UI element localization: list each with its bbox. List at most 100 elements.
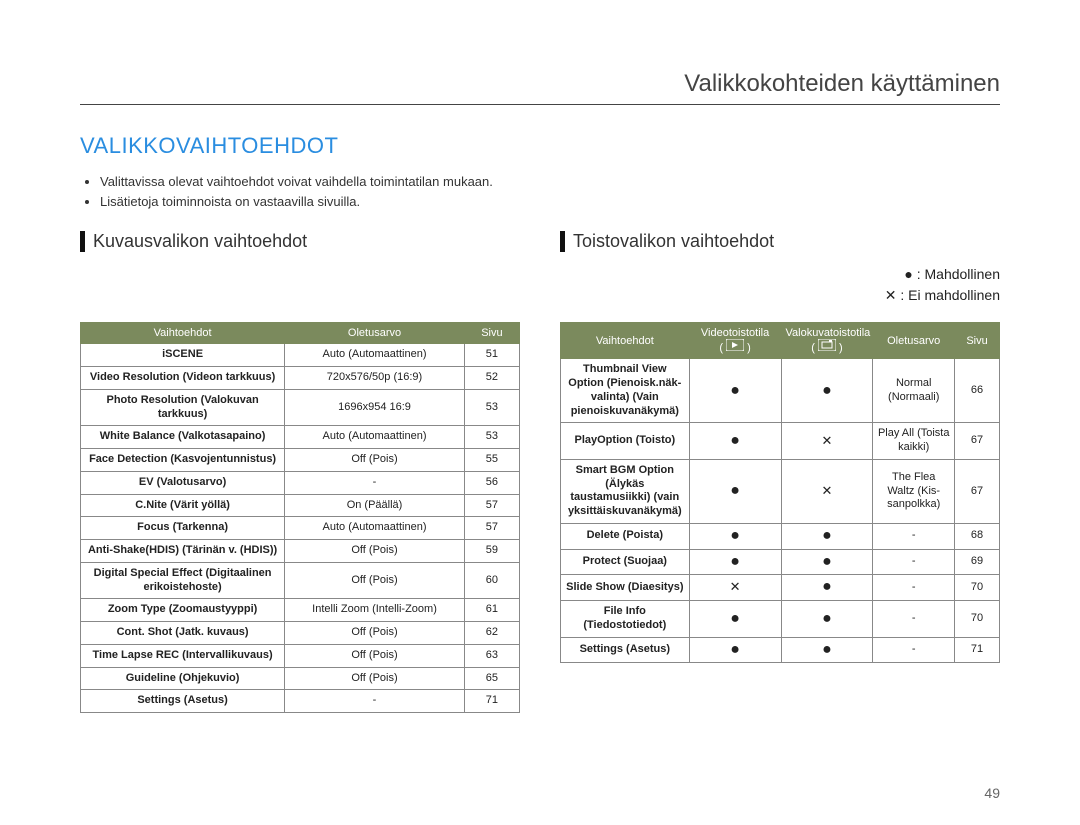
- cell-page: 67: [955, 459, 1000, 523]
- cell-page: 71: [955, 637, 1000, 663]
- cell-page: 57: [464, 517, 519, 540]
- cell-option: Settings (Asetus): [561, 637, 690, 663]
- cross-icon: ✕: [730, 579, 741, 594]
- cross-icon: ✕: [821, 483, 832, 498]
- cell-page: 65: [464, 667, 519, 690]
- legend-impossible: ✕ : Ei mahdollinen: [560, 285, 1000, 306]
- dot-icon: ●: [730, 432, 740, 449]
- dot-icon: ●: [822, 527, 832, 544]
- dot-icon: ●: [730, 610, 740, 627]
- page-number: 49: [984, 785, 1000, 801]
- spacer: [80, 264, 520, 312]
- table-row: Thumbnail View Option (Pienoisk.näk-vali…: [561, 359, 1000, 423]
- cell-default: -: [873, 549, 955, 575]
- cell-page: 59: [464, 540, 519, 563]
- th-page: Sivu: [955, 323, 1000, 359]
- cell-default: Off (Pois): [285, 644, 465, 667]
- cell-page: 51: [464, 344, 519, 367]
- dot-icon: ●: [730, 641, 740, 658]
- table-row: Zoom Type (Zoomaustyyppi)Intelli Zoom (I…: [81, 599, 520, 622]
- cell-default: Off (Pois): [285, 667, 465, 690]
- cell-page: 61: [464, 599, 519, 622]
- th-default: Oletusarvo: [873, 323, 955, 359]
- cell-page: 63: [464, 644, 519, 667]
- dot-icon: ●: [822, 641, 832, 658]
- table-row: Video Resolution (Videon tarkkuus)720x57…: [81, 367, 520, 390]
- cell-default: -: [873, 575, 955, 601]
- cell-page: 70: [955, 575, 1000, 601]
- table-row: EV (Valotusarvo)-56: [81, 471, 520, 494]
- cell-option: PlayOption (Toisto): [561, 423, 690, 460]
- cell-page: 56: [464, 471, 519, 494]
- cell-video: ●: [689, 549, 781, 575]
- cell-option: Guideline (Ohjekuvio): [81, 667, 285, 690]
- cell-option: Video Resolution (Videon tarkkuus): [81, 367, 285, 390]
- page-root: Valikkokohteiden käyttäminen VALIKKOVAIH…: [0, 0, 1080, 713]
- cell-option: White Balance (Valkotasapaino): [81, 426, 285, 449]
- cell-option: Settings (Asetus): [81, 690, 285, 713]
- left-column-header: Kuvausvalikon vaihtoehdot: [80, 231, 520, 252]
- cell-photo: ●: [781, 601, 873, 638]
- cell-photo: ●: [781, 523, 873, 549]
- cell-video: ●: [689, 423, 781, 460]
- th-photo-mode: Valokuvatoistotila ( ): [781, 323, 873, 359]
- cell-video: ●: [689, 359, 781, 423]
- table-row: White Balance (Valkotasapaino)Auto (Auto…: [81, 426, 520, 449]
- table-row: Cont. Shot (Jatk. kuvaus)Off (Pois)62: [81, 622, 520, 645]
- cell-option: File Info (Tiedostotiedot): [561, 601, 690, 638]
- cell-page: 62: [464, 622, 519, 645]
- cell-option: Time Lapse REC (Intervallikuvaus): [81, 644, 285, 667]
- cell-default: Play All (Toista kaikki): [873, 423, 955, 460]
- dot-icon: ●: [730, 553, 740, 570]
- table-row: C.Nite (Värit yöllä)On (Päällä)57: [81, 494, 520, 517]
- dot-icon: ●: [730, 527, 740, 544]
- cell-page: 57: [464, 494, 519, 517]
- cell-option: Face Detection (Kasvojentunnistus): [81, 449, 285, 472]
- cell-option: Thumbnail View Option (Pienoisk.näk-vali…: [561, 359, 690, 423]
- cell-default: -: [285, 690, 465, 713]
- table-row: PlayOption (Toisto) ● ✕ Play All (Toista ka…: [561, 423, 1000, 460]
- rule-top: [80, 104, 1000, 105]
- left-column: Kuvausvalikon vaihtoehdot Vaihtoehdot Ol…: [80, 231, 520, 713]
- dot-icon: ●: [822, 553, 832, 570]
- table-row: Settings (Asetus)-71: [81, 690, 520, 713]
- th-video-mode: Videotoistotila ( ): [689, 323, 781, 359]
- cell-photo: ✕: [781, 459, 873, 523]
- cell-option: Slide Show (Diaesitys): [561, 575, 690, 601]
- legend-possible: ● : Mahdollinen: [560, 264, 1000, 285]
- cell-default: Off (Pois): [285, 562, 465, 599]
- th-default: Oletusarvo: [285, 323, 465, 344]
- dot-icon: ●: [822, 578, 832, 595]
- intro-item: Lisätietoja toiminnoista on vastaavilla …: [100, 193, 1000, 211]
- cell-default: On (Päällä): [285, 494, 465, 517]
- cell-default: Off (Pois): [285, 449, 465, 472]
- right-column-header: Toistovalikon vaihtoehdot: [560, 231, 1000, 252]
- th-page: Sivu: [464, 323, 519, 344]
- cell-video: ●: [689, 601, 781, 638]
- cell-photo: ●: [781, 549, 873, 575]
- cell-option: Anti-Shake(HDIS) (Tärinän v. (HDIS)): [81, 540, 285, 563]
- table-row: Delete (Poista)●●-68: [561, 523, 1000, 549]
- table-row: Settings (Asetus)●●-71: [561, 637, 1000, 663]
- cell-default: Auto (Automaattinen): [285, 517, 465, 540]
- dot-icon: ●: [730, 382, 740, 399]
- cell-page: 70: [955, 601, 1000, 638]
- cell-page: 53: [464, 426, 519, 449]
- intro-item: Valittavissa olevat vaihtoehdot voivat v…: [100, 173, 1000, 191]
- cell-default: The Flea Waltz (Kis-sanpolkka): [873, 459, 955, 523]
- dot-icon: ●: [822, 610, 832, 627]
- cell-page: 55: [464, 449, 519, 472]
- cross-icon: ✕: [821, 433, 832, 448]
- cell-page: 52: [464, 367, 519, 390]
- table-row: Protect (Suojaa)●●-69: [561, 549, 1000, 575]
- table-row: Time Lapse REC (Intervallikuvaus)Off (Po…: [81, 644, 520, 667]
- cell-default: Off (Pois): [285, 622, 465, 645]
- cell-page: 71: [464, 690, 519, 713]
- cell-default: Off (Pois): [285, 540, 465, 563]
- section-title: VALIKKOVAIHTOEHDOT: [80, 133, 1000, 159]
- cell-video: ●: [689, 459, 781, 523]
- cell-option: Focus (Tarkenna): [81, 517, 285, 540]
- cell-default: -: [873, 523, 955, 549]
- th-option: Vaihtoehdot: [561, 323, 690, 359]
- cell-default: 720x576/50p (16:9): [285, 367, 465, 390]
